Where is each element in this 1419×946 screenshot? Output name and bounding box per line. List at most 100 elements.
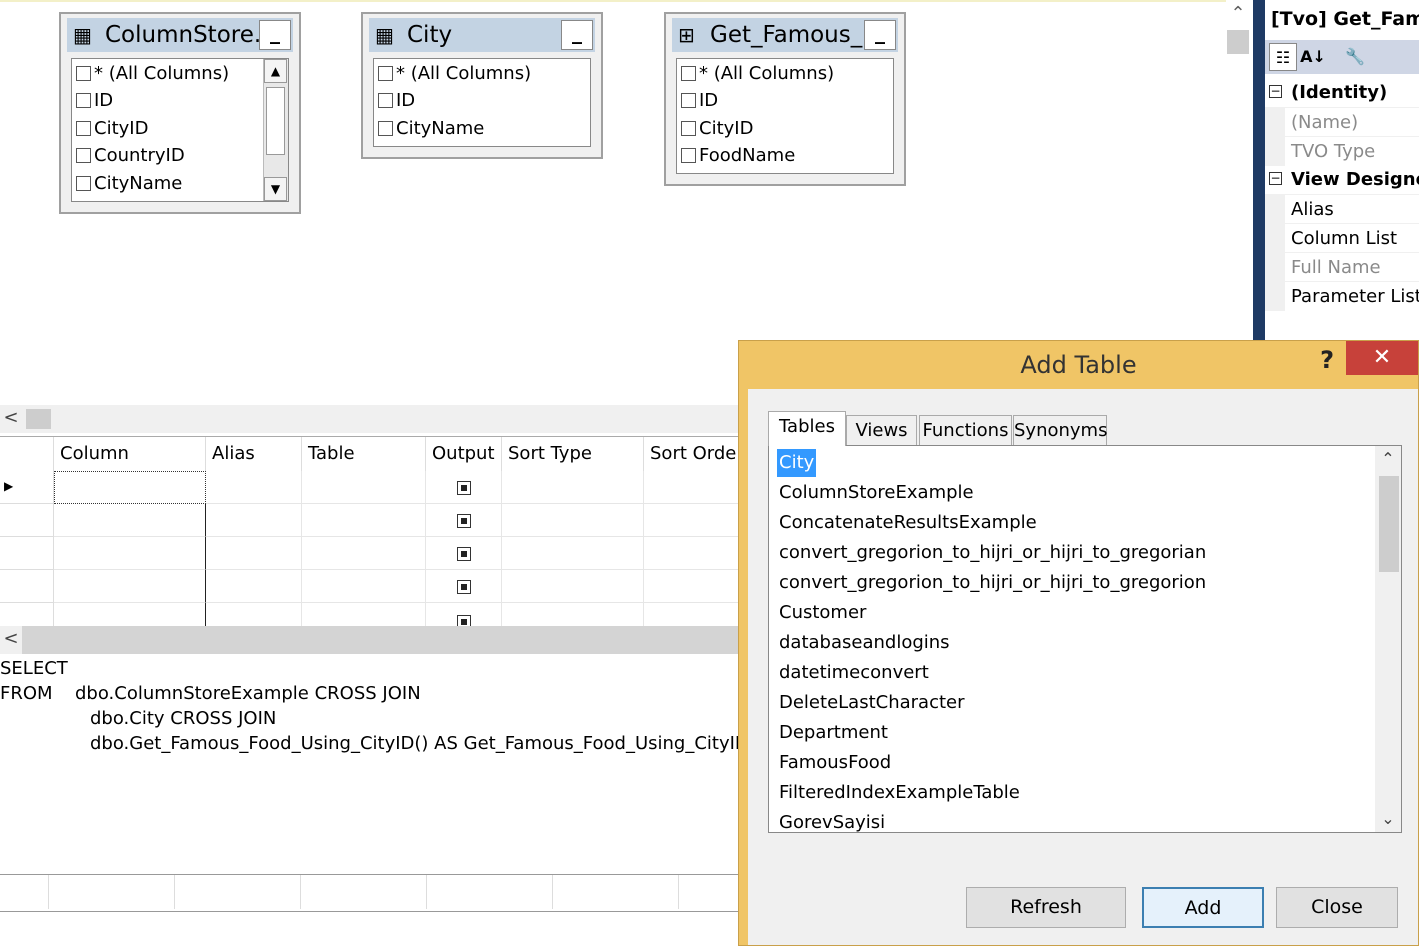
grid-cell-sort-type[interactable] — [502, 570, 644, 603]
refresh-button[interactable]: Refresh — [966, 887, 1126, 928]
list-item[interactable]: ConcatenateResultsExample — [777, 509, 1039, 537]
results-grid[interactable] — [0, 874, 740, 912]
list-item[interactable]: databaseandlogins — [777, 629, 952, 657]
column-checkbox[interactable] — [681, 121, 696, 136]
column-item[interactable]: ID — [378, 88, 415, 114]
grid-cell-output[interactable] — [426, 570, 502, 603]
diagram-horizontal-scrollbar[interactable]: < — [0, 405, 740, 433]
column-checkbox[interactable] — [76, 121, 91, 136]
list-item[interactable]: Department — [777, 719, 890, 747]
grid-cell-alias[interactable] — [206, 504, 302, 537]
grid-cell-column[interactable] — [54, 537, 206, 570]
grid-cell-output[interactable] — [426, 603, 502, 627]
grid-cell-sort-order[interactable] — [644, 471, 740, 504]
scroll-up-icon[interactable]: ⌃ — [1375, 446, 1401, 472]
column-checkbox[interactable] — [76, 93, 91, 108]
tab-views[interactable]: Views — [846, 415, 917, 445]
column-item[interactable]: CityID — [681, 116, 753, 142]
column-checkbox[interactable] — [681, 93, 696, 108]
list-scrollbar[interactable]: ⌃ ⌄ — [1375, 446, 1401, 832]
output-checkbox[interactable] — [457, 547, 471, 561]
list-item[interactable]: FilteredIndexExampleTable — [777, 779, 1022, 807]
column-item[interactable]: ID — [76, 88, 113, 114]
output-checkbox[interactable] — [457, 514, 471, 528]
grid-cell-column[interactable] — [54, 471, 206, 504]
add-button[interactable]: Add — [1142, 887, 1264, 928]
row-selector[interactable]: ▶ — [0, 471, 54, 504]
column-item[interactable]: CityName — [76, 171, 182, 197]
grid-cell-sort-order[interactable] — [644, 537, 740, 570]
grid-cell-alias[interactable] — [206, 537, 302, 570]
minimize-button[interactable]: _ — [864, 20, 896, 50]
scroll-left-icon[interactable]: < — [0, 405, 22, 433]
column-checkbox[interactable] — [378, 93, 393, 108]
row-selector[interactable] — [0, 504, 54, 537]
row-selector[interactable] — [0, 537, 54, 570]
grid-cell-sort-order[interactable] — [644, 504, 740, 537]
column-header-sort-order[interactable]: Sort Order — [644, 437, 740, 471]
list-item[interactable]: City — [777, 449, 817, 477]
column-checkbox[interactable] — [681, 148, 696, 163]
table-title-bar[interactable]: ▦ ColumnStore... _ — [67, 18, 293, 52]
column-header-alias[interactable]: Alias — [206, 437, 302, 471]
close-icon[interactable]: ✕ — [1346, 341, 1418, 375]
grid-cell-table[interactable] — [302, 471, 426, 504]
criteria-grid[interactable]: Column Alias Table Output Sort Type Sort… — [0, 436, 740, 627]
property-row[interactable]: TVO Type — [1265, 136, 1419, 166]
list-item[interactable]: Customer — [777, 599, 868, 627]
table-title-bar[interactable]: ▦ City _ — [369, 18, 595, 52]
list-item[interactable]: GorevSayisi — [777, 809, 887, 832]
column-item[interactable]: CityName — [378, 116, 484, 142]
minimize-button[interactable]: _ — [561, 20, 593, 50]
grid-cell-alias[interactable] — [206, 603, 302, 627]
minimize-button[interactable]: _ — [259, 20, 291, 50]
property-row[interactable]: Alias — [1265, 194, 1419, 224]
column-item[interactable]: FoodName — [681, 143, 795, 169]
column-header-column[interactable]: Column — [54, 437, 206, 471]
tab-synonyms[interactable]: Synonyms — [1013, 415, 1107, 445]
categorized-icon[interactable]: ☷ — [1269, 43, 1297, 71]
property-row[interactable]: Full Name — [1265, 252, 1419, 282]
grid-cell-column[interactable] — [54, 504, 206, 537]
list-item[interactable]: convert_gregorion_to_hijri_or_hijri_to_g… — [777, 569, 1208, 597]
column-checkbox[interactable] — [681, 66, 696, 81]
collapse-icon[interactable]: − — [1269, 85, 1282, 98]
column-item[interactable]: CountryID — [76, 143, 185, 169]
list-item[interactable]: convert_gregorion_to_hijri_or_hijri_to_g… — [777, 539, 1208, 567]
alphabetical-sort-icon[interactable]: A↓ — [1299, 43, 1327, 71]
grid-cell-column[interactable] — [54, 603, 206, 627]
grid-cell-sort-type[interactable] — [502, 603, 644, 627]
property-row[interactable]: Parameter List — [1265, 281, 1419, 311]
table-title-bar[interactable]: ⊞ Get_Famous_... _ — [672, 18, 898, 52]
column-header-table[interactable]: Table — [302, 437, 426, 471]
column-item[interactable]: ID — [681, 88, 718, 114]
grid-cell-table[interactable] — [302, 537, 426, 570]
close-button[interactable]: Close — [1276, 887, 1398, 928]
column-checkbox[interactable] — [378, 66, 393, 81]
column-item[interactable]: CityID — [76, 116, 148, 142]
scroll-left-icon[interactable]: < — [0, 626, 22, 654]
collapse-icon[interactable]: − — [1269, 172, 1282, 185]
property-row[interactable]: Column List — [1265, 223, 1419, 253]
scroll-down-icon[interactable]: ⌄ — [1375, 806, 1401, 832]
list-item[interactable]: ColumnStoreExample — [777, 479, 976, 507]
scroll-up-icon[interactable]: ⌃ — [1226, 0, 1250, 28]
grid-cell-sort-type[interactable] — [502, 537, 644, 570]
grid-cell-output[interactable] — [426, 504, 502, 537]
column-list-scrollbar[interactable]: ▲ ▼ — [263, 59, 288, 201]
table-box-get-famous-food[interactable]: ⊞ Get_Famous_... _ * (All Columns) ID Ci… — [664, 12, 906, 186]
list-item[interactable]: DeleteLastCharacter — [777, 689, 967, 717]
scroll-thumb[interactable] — [1379, 476, 1399, 572]
column-header-sort-type[interactable]: Sort Type — [502, 437, 644, 471]
column-item[interactable]: * (All Columns) — [681, 61, 834, 87]
row-selector[interactable] — [0, 603, 54, 627]
grid-cell-table[interactable] — [302, 603, 426, 627]
sql-pane[interactable]: SELECT FROM dbo.ColumnStoreExample CROSS… — [0, 656, 769, 872]
category-identity[interactable]: − (Identity) — [1265, 78, 1419, 107]
grid-cell-table[interactable] — [302, 570, 426, 603]
column-checkbox[interactable] — [76, 148, 91, 163]
output-checkbox[interactable] — [457, 580, 471, 594]
wrench-icon[interactable]: 🔧 — [1341, 43, 1369, 71]
row-selector[interactable] — [0, 570, 54, 603]
tab-functions[interactable]: Functions — [919, 415, 1012, 445]
